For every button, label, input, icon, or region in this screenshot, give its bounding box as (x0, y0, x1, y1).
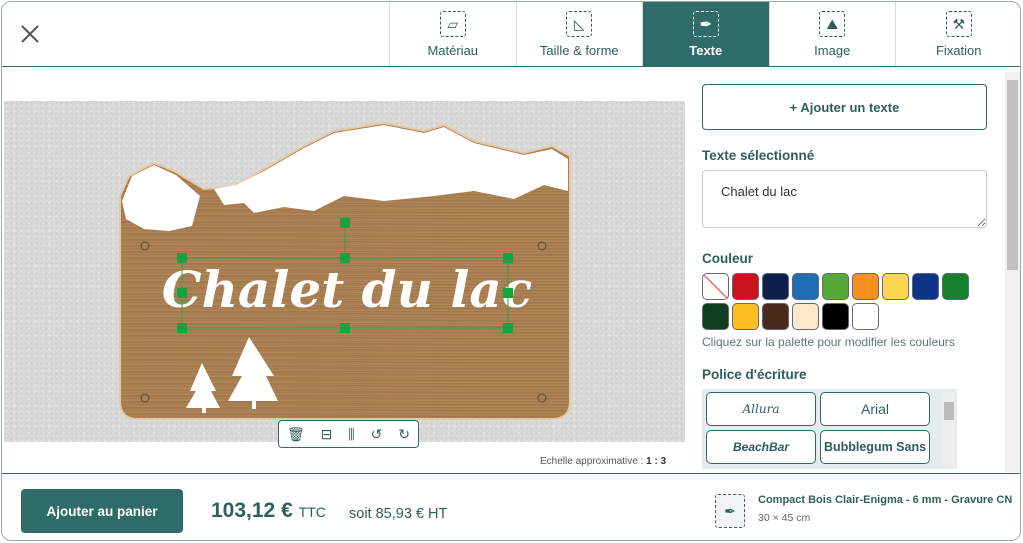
font-option-bubblegum-sans[interactable]: Bubblegum Sans (820, 430, 930, 464)
color-swatch-none[interactable] (702, 273, 729, 300)
tab-label: Image (814, 43, 851, 58)
close-icon[interactable] (18, 22, 42, 46)
color-swatch[interactable] (822, 273, 849, 300)
add-to-cart-button[interactable]: Ajouter au panier (21, 489, 183, 533)
tab-label: Taille & forme (539, 43, 619, 58)
color-swatch[interactable] (852, 273, 879, 300)
text-panel: + Ajouter un texte Texte sélectionné Cha… (702, 84, 988, 469)
color-swatch[interactable] (852, 303, 879, 330)
font-option-arial[interactable]: Arial (820, 392, 930, 426)
size-shape-icon: ◺ (566, 11, 593, 37)
redo-icon[interactable]: ↻ (398, 426, 410, 443)
price-value: 103,12 € (211, 499, 293, 522)
color-swatch[interactable] (882, 273, 909, 300)
product-size: 30 × 45 cm (758, 512, 811, 524)
font-list-scrollbar[interactable] (943, 392, 955, 466)
color-label: Couleur (702, 251, 754, 266)
product-name: Compact Bois Clair-Enigma - 6 mm - Gravu… (758, 494, 1013, 506)
sign-text[interactable]: Chalet du lac (162, 260, 532, 319)
image-icon: ⛰ (819, 11, 846, 37)
scale-label: Echelle approximative : (540, 456, 644, 467)
color-swatch[interactable] (942, 273, 969, 300)
design-canvas[interactable]: Chalet du lac (4, 101, 685, 442)
font-label: Police d'écriture (702, 367, 807, 382)
undo-icon[interactable]: ↺ (371, 426, 383, 443)
footer-bar: Ajouter au panier 103,12 € TTC soit 85,9… (2, 473, 1020, 540)
color-swatch[interactable] (732, 303, 759, 330)
align-center-vertical-icon[interactable]: ⫼ (348, 426, 354, 443)
price-ttc: 103,12 € TTC (211, 499, 326, 523)
font-option-allura[interactable]: Allura (706, 392, 816, 426)
tab-texte[interactable]: ✒ Texte (642, 2, 769, 66)
ttc-label: TTC (298, 504, 326, 520)
pen-nib-icon: ✒ (715, 494, 745, 528)
selected-text-label: Texte sélectionné (702, 148, 815, 163)
color-swatch[interactable] (912, 273, 939, 300)
trash-icon[interactable]: 🗑 (287, 426, 305, 443)
tab-fixation[interactable]: ⚒ Fixation (895, 2, 1020, 66)
add-text-button[interactable]: + Ajouter un texte (702, 84, 987, 130)
material-icon: ▱ (439, 11, 466, 37)
color-swatch[interactable] (822, 303, 849, 330)
align-center-horizontal-icon[interactable]: ⊟ (321, 426, 333, 443)
price-ht: soit 85,93 € HT (349, 506, 448, 522)
font-list: Allura Arial BeachBar Bubblegum Sans (702, 389, 957, 469)
color-swatch[interactable] (792, 303, 819, 330)
tab-image[interactable]: ⛰ Image (768, 2, 896, 66)
tab-label: Texte (689, 43, 723, 58)
configurator-window: ▱ Matériau ◺ Taille & forme ✒ Texte ⛰ Image … (1, 1, 1021, 541)
tab-bar: ▱ Matériau ◺ Taille & forme ✒ Texte ⛰ Image … (389, 2, 1020, 66)
color-swatch[interactable] (792, 273, 819, 300)
color-hint: Cliquez sur la palette pour modifier les… (702, 335, 955, 349)
tab-label: Matériau (427, 43, 479, 58)
panel-scrollbar[interactable] (1005, 72, 1020, 472)
font-option-beachbar[interactable]: BeachBar (706, 430, 816, 464)
element-toolbar: 🗑 ⊟ ⫼ ↺ ↻ (278, 420, 419, 448)
tab-materiau[interactable]: ▱ Matériau (389, 2, 516, 66)
screw-icon: ⚒ (945, 11, 972, 37)
color-swatch[interactable] (762, 303, 789, 330)
selected-text-input[interactable]: Chalet du lac (702, 170, 987, 228)
pen-nib-icon: ✒ (692, 11, 719, 37)
color-swatch[interactable] (702, 303, 729, 330)
header-divider (2, 66, 1020, 67)
color-palette (702, 273, 977, 330)
color-swatch[interactable] (762, 273, 789, 300)
scale-value: 1 : 3 (646, 456, 667, 467)
scale-indicator: Echelle approximative : 1 : 3 (540, 456, 666, 467)
sign-preview: Chalet du lac (119, 121, 571, 420)
color-swatch[interactable] (732, 273, 759, 300)
tab-label: Fixation (935, 43, 982, 58)
tab-taille-forme[interactable]: ◺ Taille & forme (515, 2, 643, 66)
